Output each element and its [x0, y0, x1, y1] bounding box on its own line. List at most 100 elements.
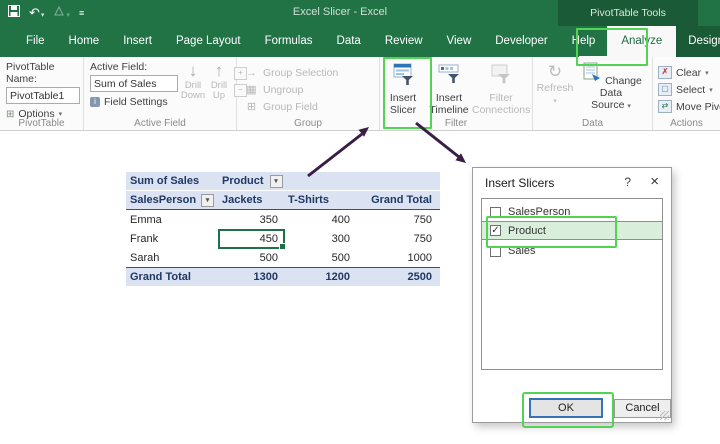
pivot-empty-cell[interactable]: [284, 172, 356, 191]
pivot-header-cell[interactable]: Jackets: [218, 191, 284, 210]
resize-grip[interactable]: [660, 411, 669, 420]
pivot-header-cell[interactable]: T-Shirts: [284, 191, 356, 210]
pivottable-name-label: PivotTable Name:: [6, 61, 83, 85]
clear-label: Clear: [676, 67, 701, 79]
tab-home[interactable]: Home: [57, 26, 112, 57]
active-field-input[interactable]: [90, 75, 178, 92]
dialog-title: Insert Slicers: [485, 176, 554, 190]
tab-file[interactable]: File: [14, 26, 57, 57]
group-selection-button[interactable]: → Group Selection: [245, 64, 379, 81]
pivot-total-label[interactable]: Grand Total: [126, 267, 218, 286]
drill-down-button[interactable]: ↓ Drill Down: [180, 61, 206, 108]
select-button[interactable]: ▢ Select ▾: [658, 81, 720, 98]
pivot-value-cell[interactable]: 500: [218, 248, 284, 267]
ungroup-button[interactable]: ▦ Ungroup: [245, 81, 379, 98]
product-filter-dropdown[interactable]: ▾: [270, 175, 283, 188]
group-label-data: Data: [533, 118, 652, 129]
filter-connections-button[interactable]: Filter Connections: [472, 60, 530, 116]
drill-up-button[interactable]: ↑ Drill Up: [206, 61, 232, 108]
salesperson-checkbox[interactable]: [490, 207, 501, 218]
insert-slicer-button[interactable]: Insert Slicer: [380, 60, 426, 116]
sales-label: Sales: [508, 245, 536, 257]
pivot-table: Sum of Sales Product ▾ SalesPerson ▾ Jac…: [126, 172, 440, 286]
pivot-total-cell[interactable]: 1200: [284, 267, 356, 286]
pivot-value-cell[interactable]: 300: [284, 229, 356, 248]
tab-help[interactable]: Help: [560, 26, 608, 57]
pivot-value-cell[interactable]: 1000: [356, 248, 440, 267]
refresh-icon: ↻: [533, 62, 577, 82]
field-settings-icon: i: [90, 97, 100, 107]
pivot-value-cell[interactable]: 400: [284, 210, 356, 229]
tab-developer[interactable]: Developer: [483, 26, 559, 57]
list-item-product[interactable]: ✓ Product: [482, 222, 662, 239]
close-icon[interactable]: ×: [650, 173, 659, 190]
chevron-down-icon: ▾: [59, 110, 63, 118]
tab-formulas[interactable]: Formulas: [253, 26, 325, 57]
pivot-row-field-cell[interactable]: SalesPerson ▾: [126, 191, 218, 210]
move-pivottable-label: Move Pivo: [676, 101, 720, 113]
col-field-label: Product: [222, 175, 264, 187]
pivot-corner-cell[interactable]: Sum of Sales: [126, 172, 218, 191]
check-icon: ✓: [491, 225, 499, 236]
pivot-row-label[interactable]: Sarah: [126, 248, 218, 267]
tab-analyze-active[interactable]: Analyze: [607, 26, 676, 57]
pivot-col-field-cell[interactable]: Product ▾: [218, 172, 284, 191]
ribbon-group-filter: Insert Slicer Insert Timeline Filter Con…: [380, 57, 533, 130]
drill-up-label: Drill Up: [206, 81, 232, 102]
move-pivottable-button[interactable]: ⇄ Move Pivo: [658, 98, 720, 115]
product-row-highlight: ✓ Product: [482, 221, 662, 240]
pivot-row-label[interactable]: Emma: [126, 210, 218, 229]
title-bar: ↶▾ ▾ ≡ Excel Slicer - Excel PivotTable T…: [0, 0, 720, 26]
field-settings-button[interactable]: i Field Settings: [90, 96, 178, 108]
group-label-pivottable: PivotTable: [0, 118, 83, 129]
ok-button[interactable]: OK: [529, 398, 603, 418]
pivot-header-cell[interactable]: Grand Total: [356, 191, 440, 210]
pivottable-name-input[interactable]: [6, 87, 80, 104]
product-checkbox[interactable]: ✓: [490, 225, 501, 236]
insert-slicers-dialog: Insert Slicers ? × SalesPerson ✓ Product…: [472, 167, 672, 423]
tab-view[interactable]: View: [435, 26, 484, 57]
change-data-source-button[interactable]: Change Data Source ▾: [577, 60, 645, 111]
list-item-sales[interactable]: Sales: [482, 242, 662, 260]
custom-command-button[interactable]: ▾: [53, 4, 70, 22]
window-title: Excel Slicer - Excel: [240, 6, 440, 18]
list-item-salesperson[interactable]: SalesPerson: [482, 203, 662, 221]
pivot-row-label[interactable]: Frank: [126, 229, 218, 248]
pivot-value-cell[interactable]: 500: [284, 248, 356, 267]
chevron-down-icon: ▾: [705, 69, 709, 77]
ungroup-label: Ungroup: [263, 84, 303, 96]
refresh-button[interactable]: ↻ Refresh ▾: [533, 60, 577, 111]
active-tab-flap: [579, 56, 641, 61]
pivot-total-cell[interactable]: 1300: [218, 267, 284, 286]
chevron-down-icon: ▾: [41, 12, 45, 19]
tab-review[interactable]: Review: [373, 26, 435, 57]
group-selection-label: Group Selection: [263, 67, 338, 79]
tab-insert[interactable]: Insert: [111, 26, 164, 57]
sales-checkbox[interactable]: [490, 246, 501, 257]
row-field-label: SalesPerson: [130, 194, 196, 206]
ribbon-group-active-field: Active Field: i Field Settings ↓ Drill D…: [84, 57, 237, 130]
pivot-value-cell[interactable]: 350: [218, 210, 284, 229]
insert-slicer-label: Insert Slicer: [380, 92, 426, 116]
tab-data[interactable]: Data: [325, 26, 373, 57]
help-icon[interactable]: ?: [624, 175, 631, 189]
tab-page-layout[interactable]: Page Layout: [164, 26, 253, 57]
group-field-button[interactable]: ⊞ Group Field: [245, 98, 379, 115]
group-label-active-field: Active Field: [84, 118, 236, 129]
tab-design[interactable]: Design: [676, 26, 720, 57]
clear-button[interactable]: ✗ Clear ▾: [658, 64, 720, 81]
salesperson-filter-dropdown[interactable]: ▾: [201, 194, 214, 207]
insert-timeline-button[interactable]: Insert Timeline: [426, 60, 472, 116]
pivot-empty-cell[interactable]: [356, 172, 440, 191]
pivot-total-cell[interactable]: 2500: [356, 267, 440, 286]
save-icon[interactable]: [8, 4, 20, 22]
filter-connections-icon: [489, 77, 513, 89]
customize-qat-icon[interactable]: ≡: [79, 8, 84, 18]
ribbon-group-actions: ✗ Clear ▾ ▢ Select ▾ ⇄ Move Pivo Actions: [653, 57, 720, 130]
pivot-value-cell[interactable]: 750: [356, 210, 440, 229]
undo-button[interactable]: ↶▾: [29, 4, 44, 22]
clear-icon: ✗: [658, 66, 672, 79]
pivot-value-cell[interactable]: 750: [356, 229, 440, 248]
pivot-value-cell-selected[interactable]: 450: [218, 229, 284, 248]
quick-access-toolbar: ↶▾ ▾ ≡: [8, 4, 84, 22]
